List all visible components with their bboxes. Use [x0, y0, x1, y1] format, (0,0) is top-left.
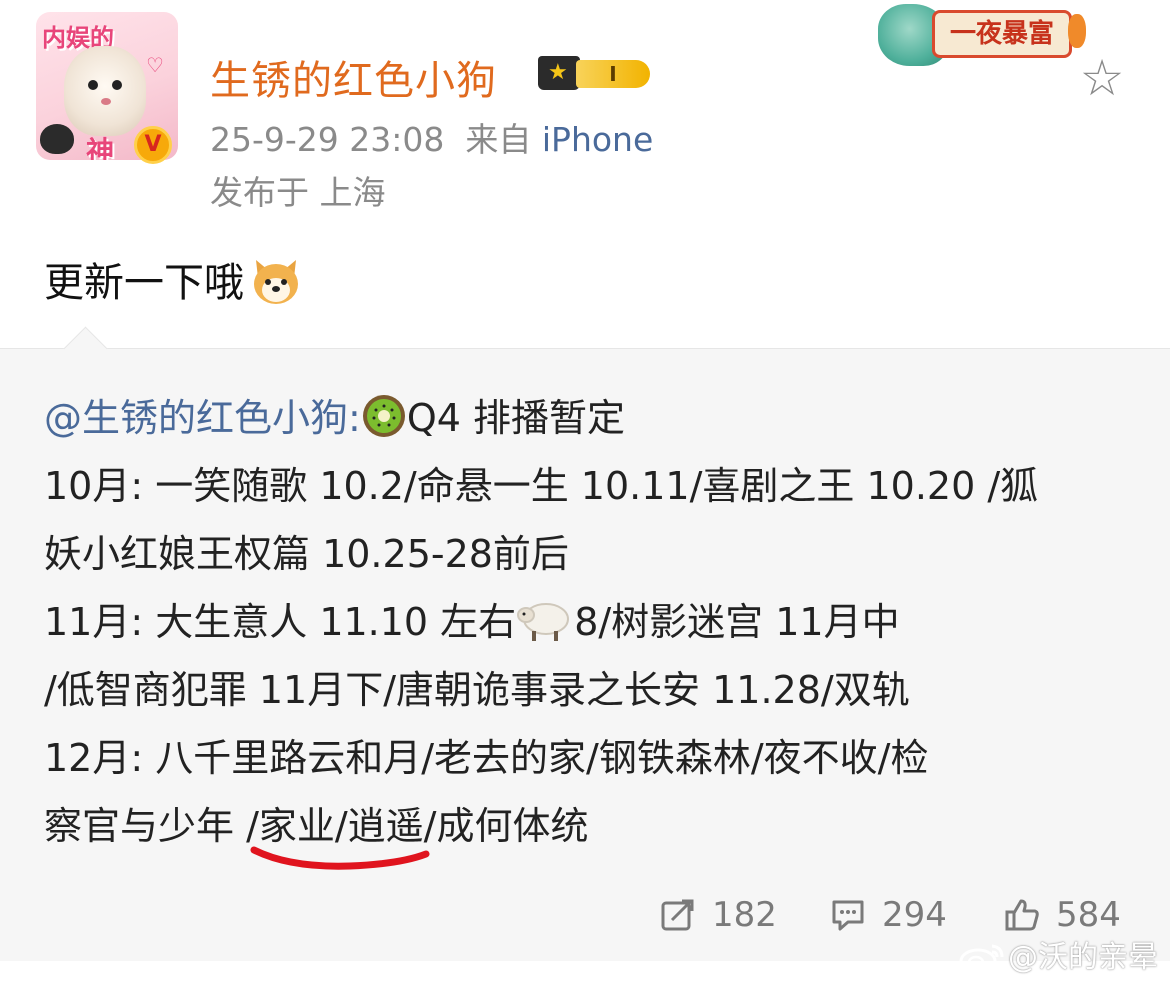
- comment-count: 294: [882, 895, 947, 935]
- weibo-logo-icon: [959, 944, 1004, 974]
- repost-line-segment: 8/树影迷宫 11月中: [574, 600, 900, 644]
- repost-title: Q4 排播暂定: [406, 396, 625, 440]
- repost-line: 妖小红娘王权篇 10.25-28前后: [44, 532, 569, 576]
- repost-line-segment: 11月: 大生意人 11.10 左右: [44, 600, 517, 644]
- red-underline-annotation: [250, 846, 430, 870]
- heart-icon: ♡: [146, 53, 164, 77]
- timestamp: 25-9-29 23:08: [210, 120, 445, 159]
- repost-line: 12月: 八千里路云和月/老去的家/钢铁森林/夜不收/检: [44, 736, 929, 780]
- repost-line: @生锈的红色小狗: Q4 排播暂定: [44, 384, 1134, 452]
- like-count: 584: [1056, 895, 1121, 935]
- avatar-bottom-text: 神: [86, 135, 115, 160]
- post-meta: 25-9-29 23:08 来自 iPhone: [210, 113, 653, 161]
- watermark-text: @沃的亲晕: [1008, 940, 1158, 975]
- star-outline-icon[interactable]: ☆: [1074, 50, 1130, 106]
- repost-line: /低智商犯罪 11月下/唐朝诡事录之长安 11.28/双轨: [44, 668, 910, 712]
- repost-line: 察官与少年 /家业/逍遥/成何体统: [44, 804, 589, 848]
- location: 发布于 上海: [210, 173, 386, 212]
- from-label: 来自: [465, 120, 532, 159]
- repost-text: @生锈的红色小狗: Q4 排播暂定 10月: 一笑随歌 10.2/命悬一生 10…: [44, 384, 1134, 860]
- level-badge[interactable]: I: [538, 52, 650, 94]
- repost-line: 11月: 大生意人 11.10 左右 8/树影迷宫 11月中: [44, 588, 1134, 656]
- crown-icon: [538, 56, 580, 90]
- avatar-pet-image: [64, 46, 146, 136]
- post-text: 更新一下哦: [44, 250, 302, 308]
- sheep-emoji: [516, 596, 574, 664]
- verified-badge-icon: V: [134, 126, 172, 164]
- black-cat-icon: [40, 124, 74, 154]
- promo-banner-label: 一夜暴富: [932, 10, 1072, 58]
- username[interactable]: 生锈的红色小狗: [210, 48, 497, 106]
- repost-count: 182: [712, 895, 777, 935]
- mention-link[interactable]: @生锈的红色小狗:: [44, 396, 361, 440]
- action-bar: 182 294 584: [0, 890, 1170, 940]
- dog-face-emoji: [250, 256, 302, 306]
- promo-banner[interactable]: 一夜暴富: [872, 0, 1088, 70]
- kiwi-emoji: [361, 392, 407, 460]
- device-source[interactable]: iPhone: [542, 120, 653, 159]
- post-text-content: 更新一下哦: [44, 260, 244, 306]
- repost-icon: [661, 899, 694, 931]
- lantern-icon: [1068, 14, 1086, 48]
- thumbs-up-icon: [1005, 899, 1039, 931]
- comment-icon: [832, 900, 864, 931]
- repost-line: 10月: 一笑随歌 10.2/命悬一生 10.11/喜剧之王 10.20 /狐: [44, 464, 1039, 508]
- level-badge-label: I: [576, 60, 650, 88]
